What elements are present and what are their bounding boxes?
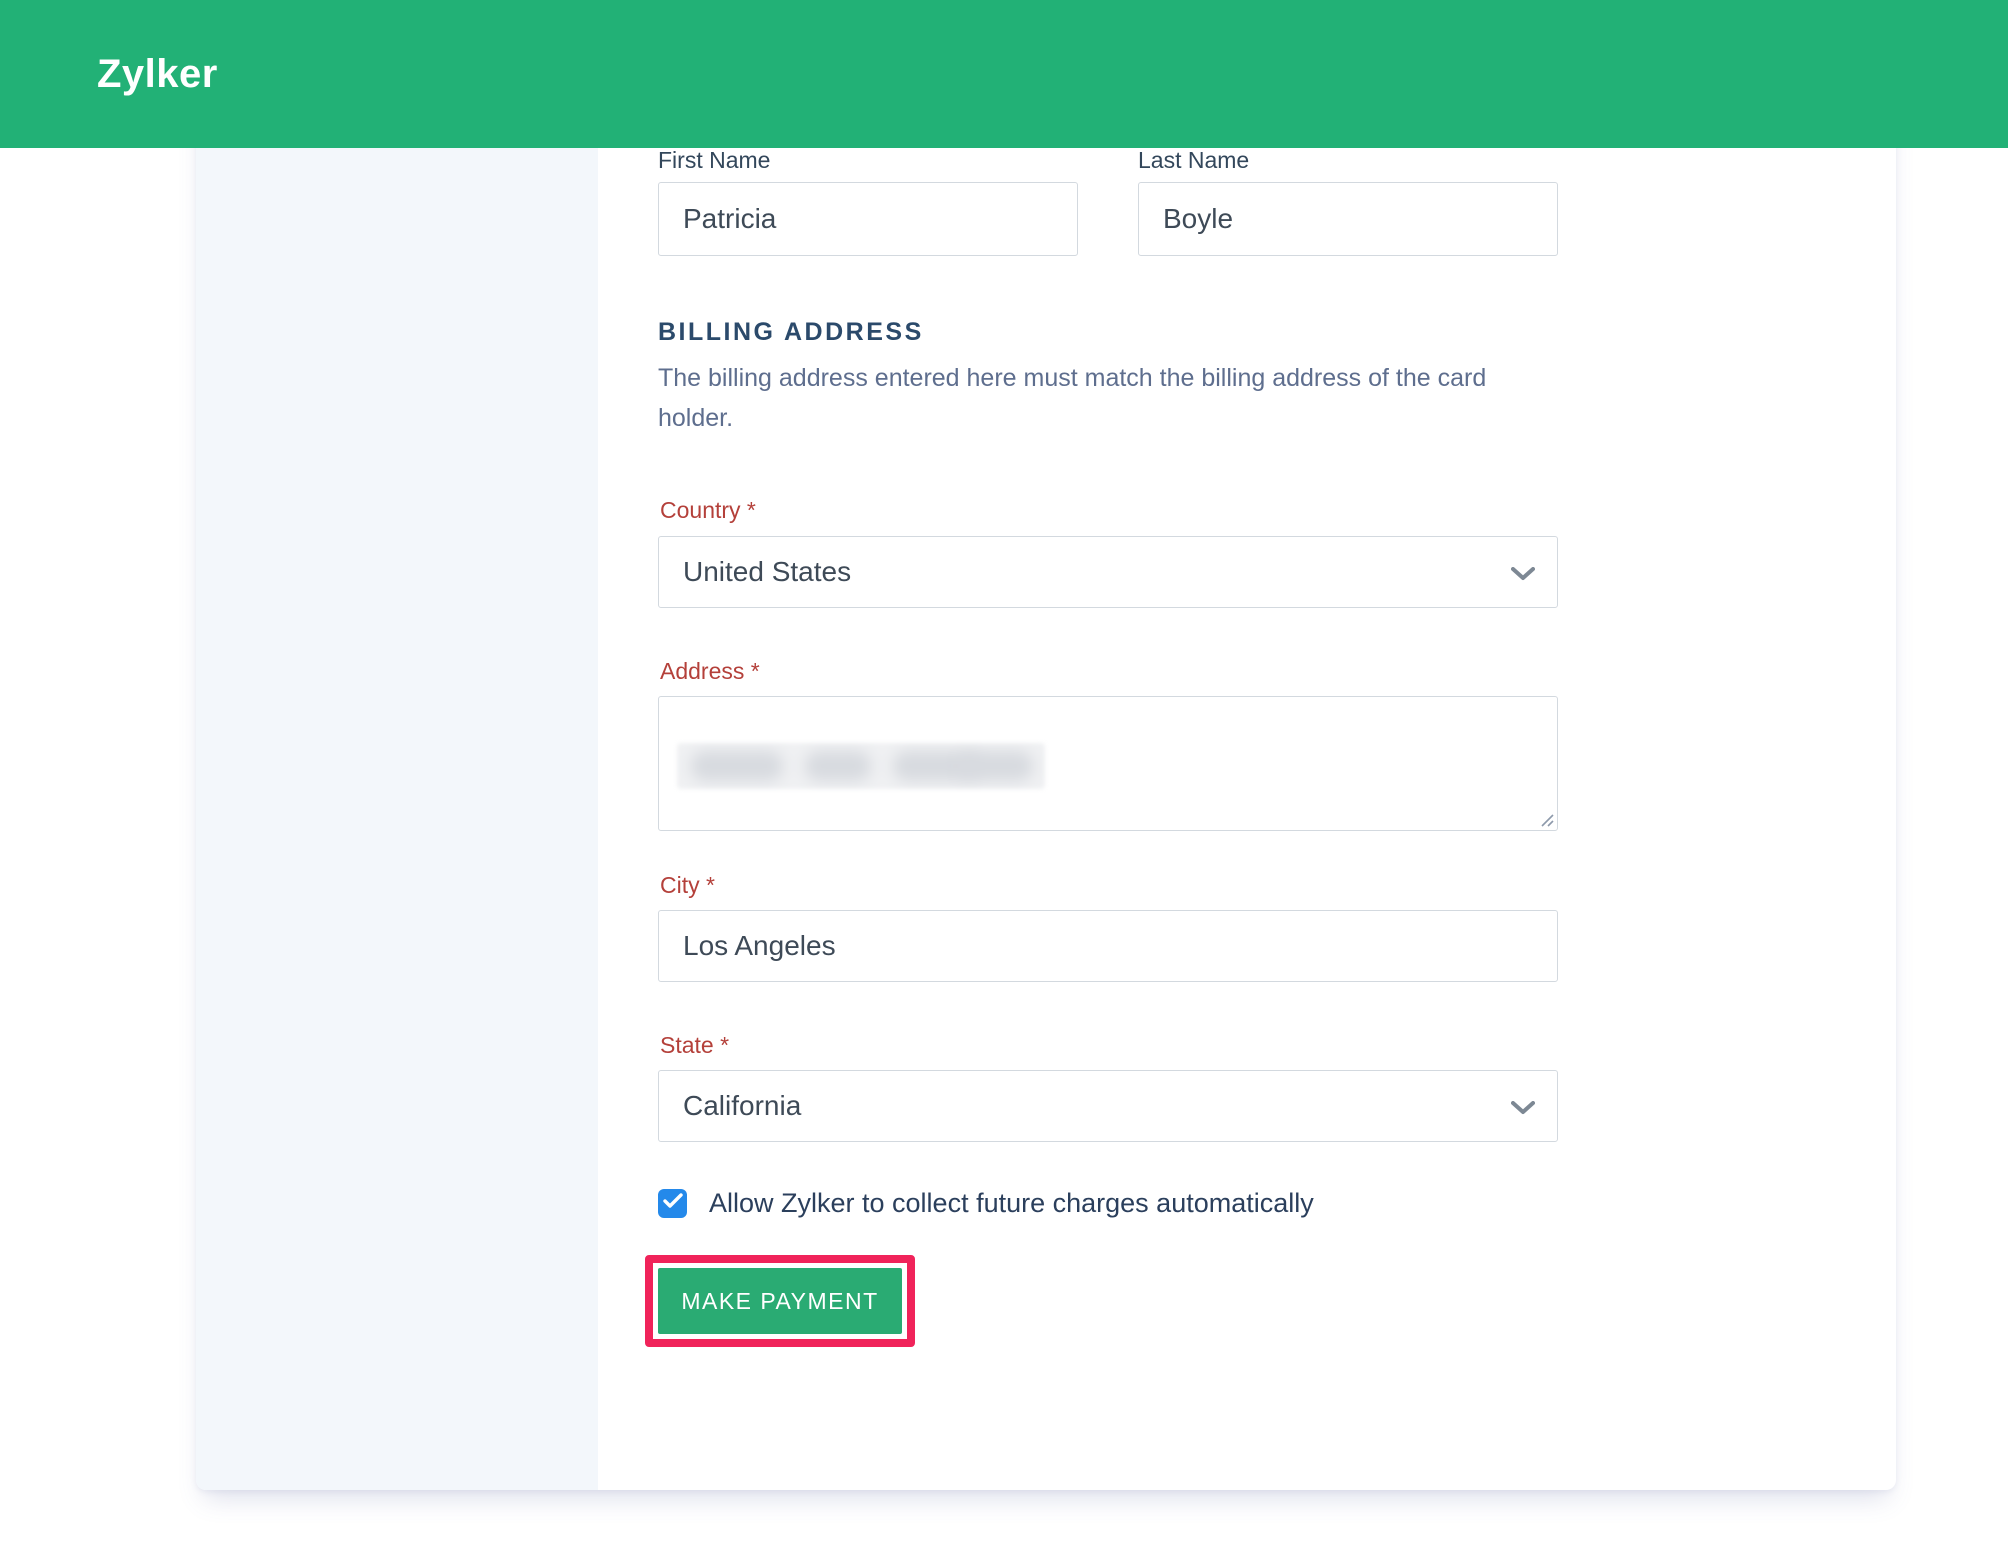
country-select[interactable]: United States [658, 536, 1558, 608]
consent-checkbox[interactable] [658, 1189, 687, 1218]
state-select[interactable]: California [658, 1070, 1558, 1142]
country-value: United States [683, 556, 851, 588]
country-label: Country * [660, 497, 756, 524]
checkmark-icon [663, 1193, 683, 1214]
last-name-label: Last Name [1138, 147, 1249, 174]
textarea-resize-handle[interactable] [1538, 811, 1554, 827]
annotation-highlight-box: MAKE PAYMENT [645, 1255, 915, 1347]
sidebar-panel [196, 0, 598, 1490]
brand-logo: Zylker [97, 52, 218, 97]
first-name-label: First Name [658, 147, 770, 174]
first-name-input[interactable] [658, 182, 1078, 256]
chevron-down-icon [1511, 556, 1535, 588]
city-label: City * [660, 872, 715, 899]
make-payment-button[interactable]: MAKE PAYMENT [658, 1268, 902, 1334]
chevron-down-icon [1511, 1090, 1535, 1122]
consent-row: Allow Zylker to collect future charges a… [658, 1188, 1314, 1219]
state-label: State * [660, 1032, 729, 1059]
billing-address-description: The billing address entered here must ma… [658, 358, 1558, 438]
city-input[interactable] [658, 910, 1558, 982]
billing-address-heading: BILLING ADDRESS [658, 318, 924, 347]
consent-label: Allow Zylker to collect future charges a… [709, 1188, 1314, 1219]
state-value: California [683, 1090, 801, 1122]
app-header: Zylker [0, 0, 2008, 148]
address-label: Address * [660, 658, 760, 685]
redacted-address-value [677, 743, 1045, 789]
address-textarea[interactable] [658, 696, 1558, 831]
last-name-input[interactable] [1138, 182, 1558, 256]
